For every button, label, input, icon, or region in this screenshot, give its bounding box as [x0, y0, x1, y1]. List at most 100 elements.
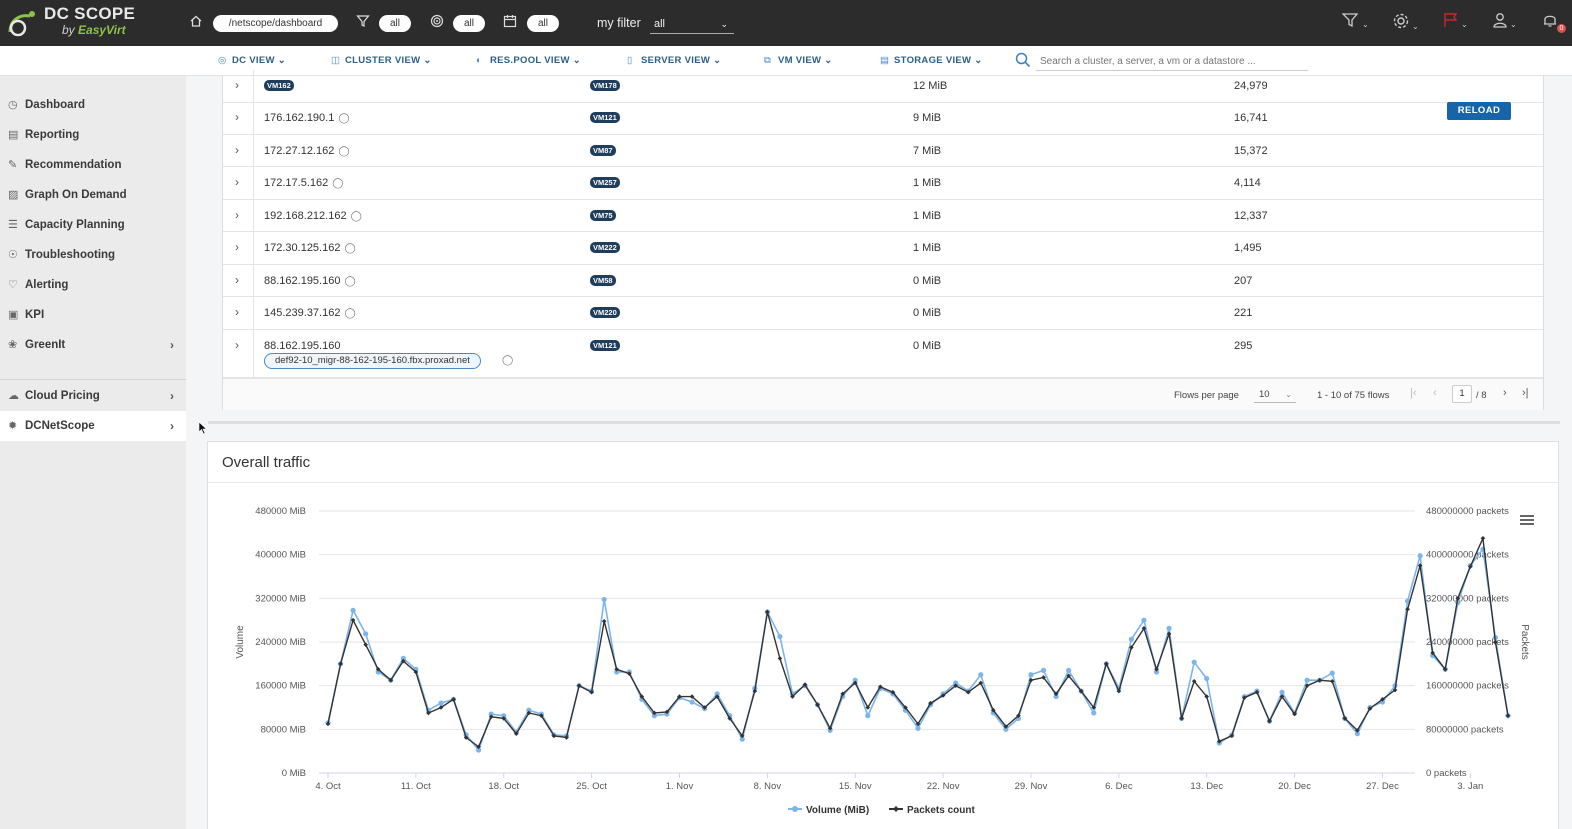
page-number-input[interactable]: 1	[1452, 385, 1472, 403]
sidebar-item-capacity-planning[interactable]: ☰ Capacity Planning	[0, 210, 186, 240]
table-row[interactable]: › 172.27.12.162 ◯ VM87 7 MiB 15,372	[223, 134, 1543, 167]
x-tick-label: 18. Oct	[488, 781, 519, 792]
expand-row-icon[interactable]: ›	[235, 305, 239, 319]
y2-tick-label: 80000000 packets	[1426, 724, 1504, 735]
destination-vm-badge[interactable]: VM87	[590, 144, 616, 156]
filter-icon[interactable]	[354, 14, 372, 32]
flows-per-page-select[interactable]: 10 ⌄	[1254, 387, 1296, 403]
app-logo[interactable]: DC SCOPE by EasyVirt	[6, 4, 136, 42]
expand-row-icon[interactable]: ›	[235, 175, 239, 189]
next-page-icon[interactable]: ›	[1503, 387, 1507, 399]
funnel-menu-icon[interactable]: ⌄	[1341, 12, 1369, 32]
sidebar-item-reporting[interactable]: ▤ Reporting	[0, 120, 186, 150]
chevron-down-icon: ⌄	[1285, 390, 1292, 399]
reload-button[interactable]: RELOAD	[1447, 102, 1511, 120]
volume-cell: 0 MiB	[913, 307, 942, 319]
prev-page-icon[interactable]: ‹	[1433, 387, 1437, 399]
globe-icon[interactable]: ◯	[332, 178, 343, 189]
calendar-icon[interactable]	[501, 14, 519, 32]
sidebar-item-greenit[interactable]: ❀ GreenIt ›	[0, 330, 186, 360]
settings-gear-icon[interactable]: ⌄	[1392, 12, 1419, 32]
x-tick-label: 15. Nov	[839, 781, 872, 792]
destination-vm-badge[interactable]: VM75	[590, 209, 616, 221]
x-tick-label: 6. Dec	[1105, 781, 1133, 792]
nav-cluster-view[interactable]: ◫ CLUSTER VIEW ⌄	[331, 55, 432, 66]
chevron-down-icon: ⌄	[713, 55, 722, 66]
sidebar-item-recommendation[interactable]: ✎ Recommendation	[0, 150, 186, 180]
notification-bell-icon[interactable]	[1542, 12, 1558, 32]
data-point-volume	[1091, 710, 1097, 716]
destination-vm-badge[interactable]: VM257	[590, 177, 620, 188]
sidebar-item-dcnetscope[interactable]: ✹ DCNetScope ›	[0, 411, 186, 441]
chart-menu-icon[interactable]	[1520, 515, 1534, 525]
source-ip: 192.168.212.162	[264, 209, 347, 222]
table-row[interactable]: › 192.168.212.162 ◯ VM75 1 MiB 12,337	[223, 199, 1543, 232]
nav-vm-view[interactable]: ⧉ VM VIEW ⌄	[764, 55, 833, 66]
expand-row-icon[interactable]: ›	[235, 208, 239, 222]
user-icon[interactable]: ⌄	[1492, 12, 1517, 32]
expand-row-icon[interactable]: ›	[235, 78, 239, 92]
search-input[interactable]	[1036, 53, 1308, 71]
flag-icon[interactable]: ⌄	[1443, 12, 1468, 32]
nav-server-view[interactable]: ▯ SERVER VIEW ⌄	[627, 55, 721, 66]
destination-vm-badge[interactable]: VM58	[590, 274, 616, 286]
mouse-cursor-icon	[198, 421, 208, 435]
table-row[interactable]: › 176.162.190.1 ◯ VM121 9 MiB 16,741	[223, 102, 1543, 135]
expand-row-icon[interactable]: ›	[235, 240, 239, 254]
globe-icon[interactable]: ◯	[344, 308, 355, 319]
filter-pill[interactable]: all	[379, 15, 411, 32]
chevron-right-icon: ›	[170, 338, 174, 352]
target-icon[interactable]	[428, 14, 446, 32]
sidebar-item-label: KPI	[25, 309, 45, 321]
sidebar-item-dashboard[interactable]: ◷ Dashboard	[0, 90, 186, 120]
table-row[interactable]: › 172.17.5.162 ◯ VM257 1 MiB 4,114	[223, 167, 1543, 200]
expand-row-icon[interactable]: ›	[235, 143, 239, 157]
globe-icon[interactable]: ◯	[338, 113, 349, 124]
logo-title: DC SCOPE	[44, 4, 136, 23]
first-page-icon[interactable]: |‹	[1410, 387, 1417, 399]
calendar-pill[interactable]: all	[527, 15, 559, 32]
destination-vm-badge[interactable]: VM121	[590, 112, 620, 123]
table-row[interactable]: › 172.30.125.162 ◯ VM222 1 MiB 1,495	[223, 232, 1543, 265]
sidebar-item-alerting[interactable]: ♡ Alerting	[0, 270, 186, 300]
table-row[interactable]: › 88.162.195.160 ◯ VM58 0 MiB 207	[223, 264, 1543, 297]
nav-storage-view[interactable]: ▤ STORAGE VIEW ⌄	[880, 55, 983, 66]
my-filter-select[interactable]: all ⌄	[650, 14, 734, 34]
globe-icon[interactable]: ◯	[351, 211, 362, 222]
search-icon[interactable]	[1015, 52, 1031, 72]
my-filter-label: my filter	[597, 16, 641, 30]
table-row[interactable]: › VM162 VM178 12 MiB 24,979	[223, 70, 1543, 103]
target-pill[interactable]: all	[453, 15, 485, 32]
sidebar-item-graph-on-demand[interactable]: ▨ Graph On Demand	[0, 180, 186, 210]
destination-vm-badge[interactable]: VM178	[590, 80, 620, 91]
globe-icon[interactable]: ◯	[338, 146, 349, 157]
expand-row-icon[interactable]: ›	[235, 338, 239, 352]
expand-row-icon[interactable]: ›	[235, 273, 239, 287]
sidebar-item-cloud-pricing[interactable]: ☁ Cloud Pricing ›	[0, 381, 186, 411]
expand-row-icon[interactable]: ›	[235, 110, 239, 124]
hostname-pill[interactable]: def92-10_migr-88-162-195-160.fbx.proxad.…	[264, 352, 481, 369]
home-icon[interactable]	[187, 14, 205, 32]
nav-dc-view[interactable]: ◎ DC VIEW ⌄	[218, 55, 286, 66]
destination-vm-badge[interactable]: VM121	[590, 339, 620, 351]
y-tick-label: 400000 MiB	[255, 550, 306, 561]
source-ip-cell: 88.162.195.160	[264, 340, 340, 352]
troubleshooting-icon: ☉	[8, 249, 18, 261]
destination-vm-badge[interactable]: VM220	[590, 307, 620, 318]
table-row[interactable]: › 145.239.37.162 ◯ VM220 0 MiB 221	[223, 297, 1543, 330]
table-row[interactable]: › 88.162.195.160 def92-10_migr-88-162-19…	[223, 329, 1543, 378]
y-tick-label: 240000 MiB	[255, 637, 306, 648]
sidebar-item-kpi[interactable]: ▣ KPI	[0, 300, 186, 330]
globe-icon[interactable]: ◯	[502, 355, 513, 366]
data-point-volume	[1128, 636, 1135, 642]
source-vm-badge[interactable]: VM162	[264, 80, 294, 91]
sidebar-item-troubleshooting[interactable]: ☉ Troubleshooting	[0, 240, 186, 270]
path-pill[interactable]: /netscope/dashboard	[213, 15, 338, 32]
destination-vm-badge[interactable]: VM222	[590, 242, 620, 253]
nav-respool-view[interactable]: ◐ RES.POOL VIEW ⌄	[476, 55, 581, 66]
last-page-icon[interactable]: ›|	[1522, 387, 1529, 399]
globe-icon[interactable]: ◯	[344, 243, 355, 254]
data-point-volume	[1191, 659, 1197, 665]
globe-icon[interactable]: ◯	[344, 276, 355, 287]
nav-storage-view-label: STORAGE VIEW	[894, 55, 972, 66]
